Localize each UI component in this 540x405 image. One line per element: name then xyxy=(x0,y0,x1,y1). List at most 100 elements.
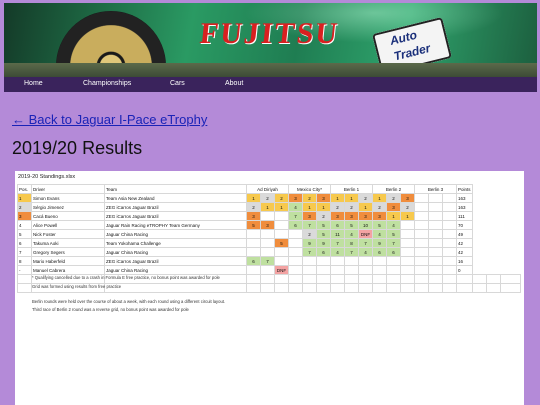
empty-cell xyxy=(17,283,32,293)
empty-cell xyxy=(442,220,457,230)
pos-cell: 6 xyxy=(17,238,32,248)
header-mexico-city: Mexico City* xyxy=(288,184,331,194)
driver-cell: Mario Haberfeld xyxy=(31,256,105,266)
empty-cell xyxy=(499,283,521,293)
result-cell: 7 xyxy=(302,220,317,230)
result-cell xyxy=(246,247,261,257)
result-cell: 1 xyxy=(246,193,261,203)
result-cell: 3 xyxy=(344,211,359,221)
driver-cell: Gregory Segers xyxy=(31,247,105,257)
empty-cell xyxy=(414,256,429,266)
result-cell: 2 xyxy=(330,202,345,212)
result-cell xyxy=(260,247,275,257)
empty-cell xyxy=(428,274,443,284)
empty-cell xyxy=(428,283,443,293)
empty-cell xyxy=(442,247,457,257)
empty-cell xyxy=(442,265,457,275)
result-cell xyxy=(400,265,415,275)
result-cell xyxy=(358,265,373,275)
result-cell: 7 xyxy=(302,247,317,257)
empty-cell xyxy=(344,274,359,284)
result-cell xyxy=(274,220,289,230)
result-cell: 1 xyxy=(260,202,275,212)
back-link[interactable]: ← Back to Jaguar I-Pace eTrophy xyxy=(12,112,207,127)
header-pos: Pos. xyxy=(17,184,32,194)
team-cell: Jaguar Rain Racing eTROPHY Team Germany xyxy=(104,220,247,230)
pos-cell: 3 xyxy=(17,211,32,221)
empty-cell xyxy=(442,256,457,266)
result-cell: 4 xyxy=(358,247,373,257)
result-cell: 7 xyxy=(260,256,275,266)
result-cell: 1 xyxy=(316,202,331,212)
result-cell: 4 xyxy=(372,229,387,239)
empty-cell xyxy=(414,238,429,248)
empty-cell xyxy=(260,283,275,293)
empty-cell xyxy=(442,283,457,293)
result-cell xyxy=(246,265,261,275)
result-cell: 2 xyxy=(302,193,317,203)
empty-cell xyxy=(274,274,289,284)
empty-cell xyxy=(442,229,457,239)
note-4: Third race of Berlin 2 round was a rever… xyxy=(32,307,189,312)
result-cell: 3 xyxy=(330,211,345,221)
result-cell xyxy=(288,256,303,266)
result-cell xyxy=(372,256,387,266)
empty-cell xyxy=(104,283,247,293)
result-cell: 4 xyxy=(288,202,303,212)
result-cell: 4 xyxy=(344,229,359,239)
result-cell xyxy=(274,229,289,239)
pos-cell: 7 xyxy=(17,247,32,257)
result-cell: 3 xyxy=(400,193,415,203)
result-cell: 5 xyxy=(344,220,359,230)
result-cell: 5 xyxy=(274,238,289,248)
points-cell: 70 xyxy=(456,220,473,230)
nav-cars[interactable]: Cars xyxy=(170,80,185,87)
empty-cell xyxy=(414,229,429,239)
result-cell: 2 xyxy=(344,202,359,212)
header-driver: Driver xyxy=(31,184,105,194)
empty-cell xyxy=(456,283,473,293)
nav-home[interactable]: Home xyxy=(24,80,43,87)
team-cell: ZEG iCarros Jaguar Brazil xyxy=(104,211,247,221)
empty-cell xyxy=(414,202,429,212)
empty-cell xyxy=(246,283,261,293)
empty-cell xyxy=(428,229,443,239)
result-cell: DNF xyxy=(358,229,373,239)
result-cell: 2 xyxy=(246,202,261,212)
empty-cell xyxy=(428,238,443,248)
table-row: 5 Nick Foster Jaguar China Racing 2 5 11 4 DNF 4… xyxy=(17,229,521,239)
note-2: Grid was formed using results from free … xyxy=(32,284,122,289)
empty-cell xyxy=(386,274,401,284)
empty-cell xyxy=(471,274,487,284)
result-cell xyxy=(288,247,303,257)
page-title: 2019/20 Results xyxy=(12,138,143,158)
pos-cell: 5 xyxy=(17,229,32,239)
result-cell xyxy=(330,265,345,275)
result-cell: 4 xyxy=(330,247,345,257)
nav-championships[interactable]: Championships xyxy=(83,80,131,87)
result-cell: 7 xyxy=(358,238,373,248)
nav-about[interactable]: About xyxy=(225,80,243,87)
result-cell xyxy=(288,229,303,239)
empty-cell xyxy=(414,220,429,230)
empty-cell xyxy=(344,283,359,293)
result-cell: 3 xyxy=(358,211,373,221)
result-cell: 7 xyxy=(386,238,401,248)
header-berlin-1: Berlin 1 xyxy=(330,184,373,194)
result-cell xyxy=(274,247,289,257)
result-cell xyxy=(400,238,415,248)
result-cell: 7 xyxy=(288,211,303,221)
result-cell: 1 xyxy=(330,193,345,203)
result-cell: 5 xyxy=(246,220,261,230)
table-row: - Manuel Cabrera Jaguar China Racing DNF 0 xyxy=(17,265,521,275)
empty-cell xyxy=(428,211,443,221)
result-cell: 3 xyxy=(316,193,331,203)
empty-cell xyxy=(499,274,521,284)
result-cell: 3 xyxy=(302,211,317,221)
points-cell: 42 xyxy=(456,238,473,248)
pos-cell: - xyxy=(17,265,32,275)
result-cell: 10 xyxy=(358,220,373,230)
result-cell: 1 xyxy=(302,202,317,212)
result-cell: 1 xyxy=(372,193,387,203)
result-cell xyxy=(372,265,387,275)
